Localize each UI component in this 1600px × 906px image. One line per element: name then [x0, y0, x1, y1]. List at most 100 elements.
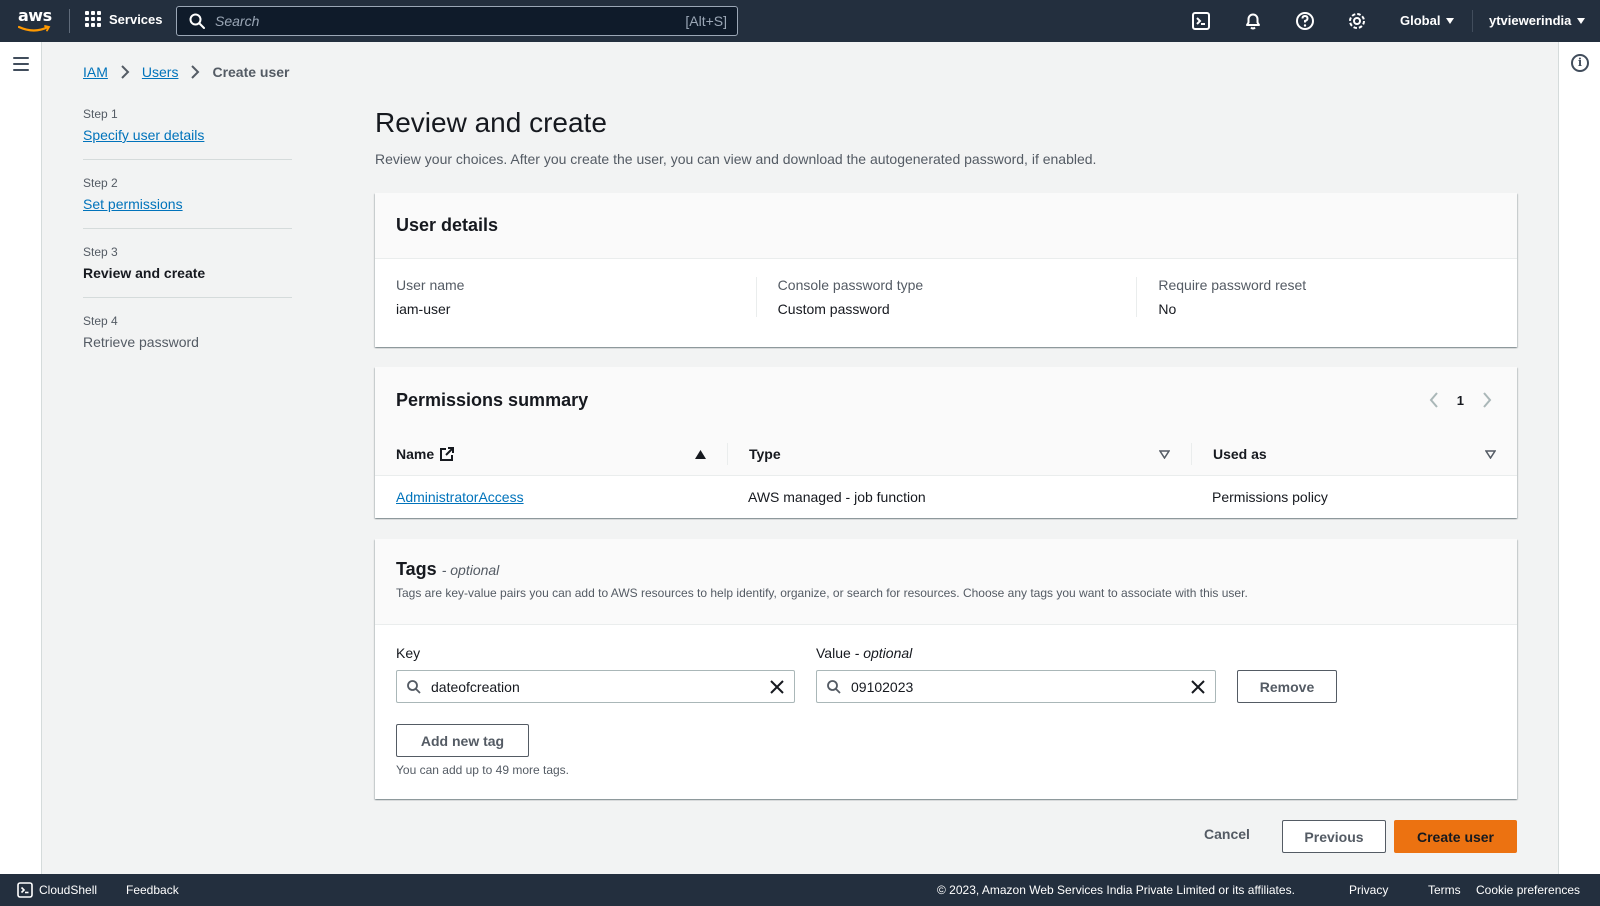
- search-placeholder: Search: [215, 13, 260, 29]
- permissions-summary-panel: Permissions summary 1 Name Type Used as …: [375, 367, 1517, 518]
- footer: CloudShell Feedback © 2023, Amazon Web S…: [0, 874, 1600, 906]
- chevron-right-icon: [191, 65, 200, 79]
- column-header-name[interactable]: Name: [375, 443, 727, 465]
- caret-down-icon: [1446, 17, 1455, 24]
- services-label: Services: [109, 11, 163, 27]
- bell-icon[interactable]: [1243, 11, 1263, 31]
- wizard-step-2: Step 2 Set permissions: [83, 176, 292, 229]
- wizard-step-1: Step 1 Specify user details: [83, 107, 292, 160]
- value-label-text: Value: [816, 645, 851, 661]
- password-type-field: Console password type Custom password: [755, 277, 1137, 317]
- table-header: Name Type Used as: [375, 433, 1517, 476]
- nav-divider: [1472, 10, 1473, 32]
- panel-header: User details: [375, 193, 1517, 259]
- caret-down-icon: [1577, 17, 1586, 24]
- tags-description: Tags are key-value pairs you can add to …: [396, 586, 1248, 600]
- add-new-tag-button[interactable]: Add new tag: [396, 724, 529, 757]
- sort-icon[interactable]: [1485, 449, 1496, 459]
- panel-header: Tags - optional Tags are key-value pairs…: [375, 539, 1517, 625]
- panel-title: Tags - optional: [396, 559, 1496, 580]
- wizard-steps: Step 1 Specify user details Step 2 Set p…: [83, 107, 292, 382]
- table-row: AdministratorAccess AWS managed - job fu…: [375, 476, 1517, 518]
- breadcrumb-iam[interactable]: IAM: [83, 64, 108, 80]
- chevron-right-icon[interactable]: [1482, 392, 1492, 408]
- info-icon[interactable]: i: [1571, 54, 1589, 72]
- column-header-type[interactable]: Type: [727, 443, 1191, 465]
- copyright-text: © 2023, Amazon Web Services India Privat…: [937, 883, 1295, 897]
- tag-key-input[interactable]: dateofcreation: [396, 670, 795, 703]
- user-details-panel: User details User name iam-user Console …: [375, 193, 1517, 347]
- page-number[interactable]: 1: [1457, 393, 1464, 408]
- privacy-link[interactable]: Privacy: [1349, 883, 1388, 897]
- chevron-left-icon[interactable]: [1429, 392, 1439, 408]
- search-icon: [827, 679, 841, 694]
- column-label: Used as: [1213, 446, 1267, 462]
- search-icon: [407, 679, 421, 694]
- sort-ascending-icon[interactable]: [695, 449, 706, 459]
- terms-link[interactable]: Terms: [1428, 883, 1461, 897]
- step-number: Step 2: [83, 176, 118, 190]
- policy-type: AWS managed - job function: [748, 489, 926, 505]
- region-label: Global: [1400, 13, 1441, 28]
- breadcrumb-users[interactable]: Users: [142, 64, 179, 80]
- external-link-icon: [440, 447, 455, 461]
- policy-link[interactable]: AdministratorAccess: [396, 489, 524, 505]
- breadcrumb-current: Create user: [212, 64, 290, 80]
- search-icon: [189, 13, 205, 29]
- help-icon[interactable]: [1295, 11, 1315, 31]
- account-menu[interactable]: ytviewerindia: [1489, 13, 1586, 28]
- step-link-specify-user-details[interactable]: Specify user details: [83, 127, 204, 143]
- pagination: 1: [1429, 392, 1492, 408]
- tags-panel: Tags - optional Tags are key-value pairs…: [375, 539, 1517, 799]
- region-selector[interactable]: Global: [1400, 13, 1455, 28]
- value-label: Value - optional: [816, 645, 912, 661]
- tags-limit-hint: You can add up to 49 more tags.: [396, 763, 570, 777]
- sort-icon[interactable]: [1159, 449, 1170, 459]
- field-label: User name: [396, 277, 465, 293]
- step-number: Step 3: [83, 245, 118, 259]
- cookie-preferences-link[interactable]: Cookie preferences: [1476, 883, 1580, 897]
- page-description: Review your choices. After you create th…: [375, 151, 1097, 167]
- menu-icon[interactable]: [13, 57, 29, 75]
- previous-button[interactable]: Previous: [1282, 820, 1386, 853]
- chevron-right-icon: [121, 65, 130, 79]
- field-value: iam-user: [396, 301, 451, 317]
- cloudshell-icon[interactable]: [1191, 11, 1211, 31]
- services-menu-button[interactable]: Services: [85, 11, 163, 27]
- policy-used-as: Permissions policy: [1212, 489, 1328, 505]
- remove-tag-button[interactable]: Remove: [1237, 670, 1337, 703]
- field-label: Require password reset: [1158, 277, 1307, 293]
- tag-value-input[interactable]: 09102023: [816, 670, 1216, 703]
- step-number: Step 4: [83, 314, 118, 328]
- column-header-used-as[interactable]: Used as: [1191, 443, 1517, 465]
- cancel-button[interactable]: Cancel: [1204, 826, 1250, 842]
- right-tools-rail: i: [1558, 42, 1600, 874]
- tags-title-suffix: - optional: [441, 562, 500, 578]
- feedback-link[interactable]: Feedback: [126, 883, 179, 897]
- column-label: Name: [396, 446, 435, 462]
- step-link-set-permissions[interactable]: Set permissions: [83, 196, 183, 212]
- cloudshell-button[interactable]: CloudShell: [17, 882, 97, 898]
- search-shortcut: [Alt+S]: [685, 13, 727, 29]
- field-value: Custom password: [777, 301, 890, 317]
- password-reset-field: Require password reset No: [1136, 277, 1517, 317]
- panel-header: Permissions summary 1: [375, 367, 1517, 433]
- left-navigation-rail: [0, 42, 42, 874]
- wizard-step-3: Step 3 Review and create: [83, 245, 292, 298]
- panel-title: User details: [396, 215, 499, 235]
- create-user-button[interactable]: Create user: [1394, 820, 1517, 853]
- search-input[interactable]: Search [Alt+S]: [176, 6, 738, 36]
- clear-icon[interactable]: [1191, 679, 1205, 694]
- field-label: Console password type: [777, 277, 924, 293]
- step-number: Step 1: [83, 107, 118, 121]
- tag-value-value: 09102023: [851, 678, 914, 695]
- step-label-disabled: Retrieve password: [83, 334, 199, 350]
- tag-key-value: dateofcreation: [431, 678, 520, 695]
- gear-icon[interactable]: [1347, 11, 1367, 31]
- clear-icon[interactable]: [770, 679, 784, 694]
- page-title: Review and create: [375, 107, 607, 138]
- value-label-suffix: - optional: [854, 645, 913, 661]
- aws-logo[interactable]: aws: [18, 8, 54, 34]
- aws-smile-icon: [18, 25, 51, 32]
- column-label: Type: [749, 446, 781, 462]
